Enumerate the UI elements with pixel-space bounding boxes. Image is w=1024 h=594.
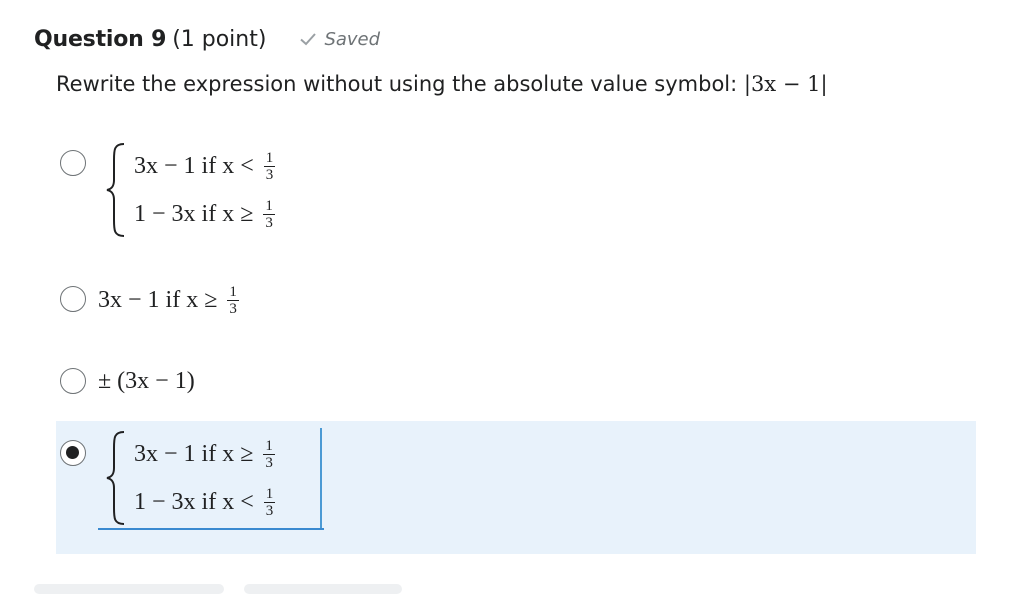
case-row: 3x − 1 if x < 13 <box>134 142 276 190</box>
answer-option-3[interactable]: ± (3x − 1) <box>56 362 976 402</box>
case-expression: 3x − 1 if x ≥ <box>134 440 254 467</box>
option-expression: 3x − 1 if x ≥ <box>98 286 218 313</box>
piecewise-expression: 3x − 1 if x < 13 1 − 3x if x ≥ 13 <box>104 142 276 238</box>
fraction-denominator: 3 <box>265 502 274 519</box>
saved-status: Saved <box>298 29 380 50</box>
left-brace-icon <box>106 431 125 525</box>
question-header: Question 9 (1 point) Saved <box>34 24 380 54</box>
plain-expression: ± (3x − 1) <box>98 362 195 400</box>
fraction-denominator: 3 <box>265 454 273 471</box>
case-row: 3x − 1 if x ≥ 13 <box>134 430 275 478</box>
fraction: 13 <box>263 485 276 519</box>
saved-label: Saved <box>324 28 381 50</box>
fraction: 13 <box>263 438 275 471</box>
question-title: Question 9 <box>34 26 167 52</box>
option-expression: ± (3x − 1) <box>98 367 195 394</box>
fraction-numerator: 1 <box>263 485 276 503</box>
prompt-text: Rewrite the expression without using the… <box>56 72 744 96</box>
question-points: (1 point) <box>172 26 267 52</box>
fraction-numerator: 1 <box>227 283 239 301</box>
case-expression: 1 − 3x if x < <box>134 488 254 515</box>
answer-option-4[interactable]: 3x − 1 if x ≥ 13 1 − 3x if x < 13 <box>56 430 976 530</box>
footer-button-1[interactable] <box>34 584 224 594</box>
case-expression: 3x − 1 if x < <box>134 152 254 179</box>
left-brace-icon <box>106 143 125 237</box>
fraction: 13 <box>263 149 276 183</box>
radio-button-option-1[interactable] <box>60 150 86 176</box>
fraction: 13 <box>227 284 239 317</box>
radio-button-option-2[interactable] <box>60 286 86 312</box>
radio-button-option-3[interactable] <box>60 368 86 394</box>
footer-button-2[interactable] <box>244 584 402 594</box>
fraction-denominator: 3 <box>229 300 237 317</box>
case-row: 1 − 3x if x < 13 <box>134 478 276 526</box>
radio-button-option-4[interactable] <box>60 440 86 466</box>
fraction-denominator: 3 <box>265 214 273 231</box>
question-prompt: Rewrite the expression without using the… <box>56 72 828 96</box>
fraction: 13 <box>263 198 275 231</box>
answer-option-1[interactable]: 3x − 1 if x < 13 1 − 3x if x ≥ 13 <box>56 140 976 240</box>
fraction-numerator: 1 <box>263 197 275 215</box>
fraction-numerator: 1 <box>263 437 275 455</box>
prompt-math: |3x − 1| <box>743 72 828 96</box>
case-expression: 1 − 3x if x ≥ <box>134 200 254 227</box>
check-icon <box>300 33 317 46</box>
fraction-denominator: 3 <box>265 166 274 183</box>
fraction-numerator: 1 <box>263 149 276 167</box>
single-condition-expression: 3x − 1 if x ≥ 13 <box>98 278 239 322</box>
answer-option-2[interactable]: 3x − 1 if x ≥ 13 <box>56 278 976 322</box>
piecewise-expression: 3x − 1 if x ≥ 13 1 − 3x if x < 13 <box>104 430 276 526</box>
case-row: 1 − 3x if x ≥ 13 <box>134 190 275 238</box>
